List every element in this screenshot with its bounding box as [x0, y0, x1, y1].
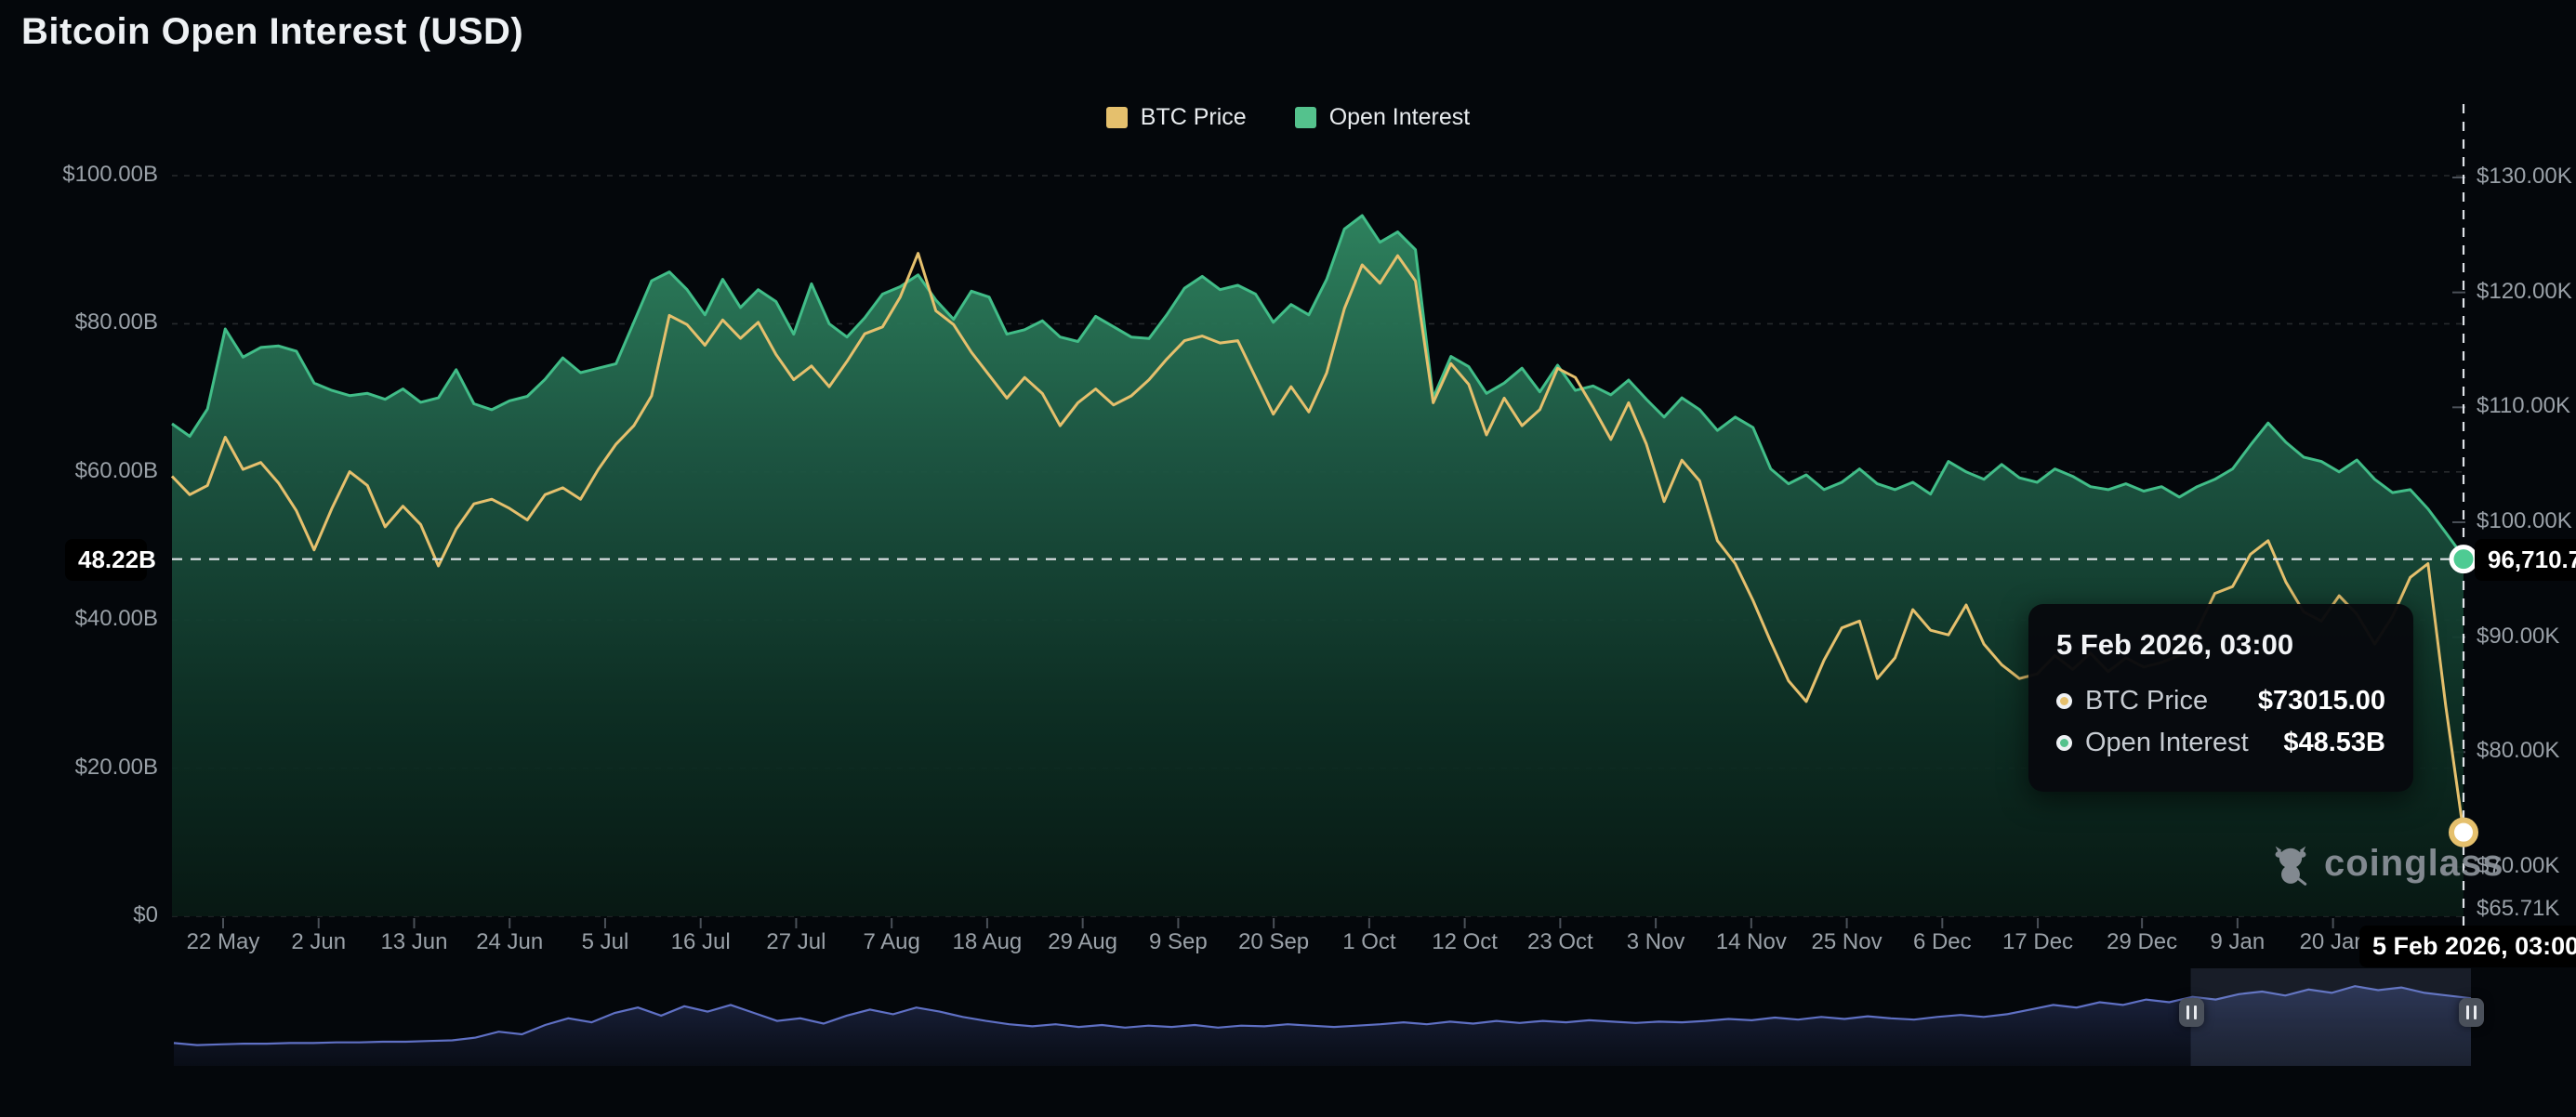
navigator-right-handle[interactable]	[2459, 998, 2484, 1027]
coinglass-bull-icon	[2266, 839, 2315, 887]
crosshair-left-value-pill: 48.22B	[65, 539, 147, 581]
tooltip-label-btc-price: BTC Price	[2085, 686, 2258, 716]
btc-price-dot-icon	[2056, 693, 2072, 709]
main-chart-canvas[interactable]	[0, 0, 2576, 1117]
tooltip-value-open-interest: $48.53B	[2283, 728, 2385, 758]
navigator-left-handle[interactable]	[2179, 998, 2204, 1027]
tooltip: 5 Feb 2026, 03:00 BTC Price $73015.00 Op…	[2028, 604, 2413, 792]
crosshair-right-value-pill: 96,710.76	[2475, 539, 2576, 581]
tooltip-row-btc-price: BTC Price $73015.00	[2056, 686, 2385, 716]
tooltip-title: 5 Feb 2026, 03:00	[2056, 628, 2385, 662]
tooltip-label-open-interest: Open Interest	[2085, 728, 2283, 758]
coinglass-watermark: coinglass	[2266, 839, 2504, 887]
open-interest-dot-icon	[2056, 735, 2072, 751]
crosshair-date-pill: 5 Feb 2026, 03:00	[2359, 926, 2576, 967]
tooltip-value-btc-price: $73015.00	[2258, 686, 2385, 716]
tooltip-row-open-interest: Open Interest $48.53B	[2056, 728, 2385, 758]
coinglass-watermark-text: coinglass	[2324, 843, 2504, 885]
